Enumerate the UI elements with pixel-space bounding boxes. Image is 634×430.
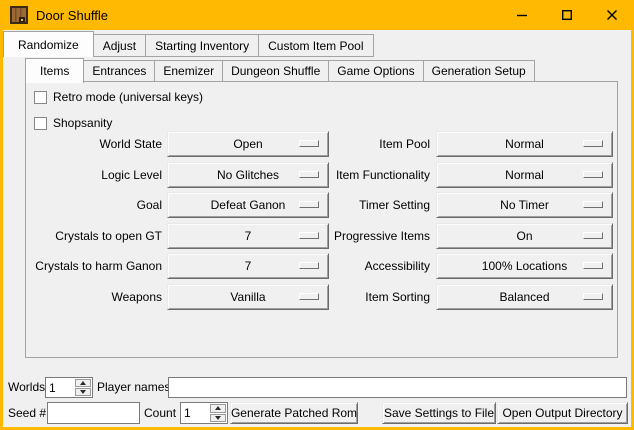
- shopsanity-label: Shopsanity: [53, 116, 112, 130]
- item-functionality-dropdown[interactable]: Normal: [436, 162, 613, 188]
- count-spin-up[interactable]: [210, 404, 226, 413]
- tab-game-options[interactable]: Game Options: [328, 60, 423, 82]
- retro-mode-checkbox[interactable]: [34, 91, 47, 104]
- minimize-icon: [516, 9, 528, 21]
- item-functionality-label: Item Functionality: [272, 168, 430, 182]
- shopsanity-row: Shopsanity: [34, 115, 112, 131]
- worlds-row: Worlds Player names: [3, 377, 631, 398]
- worlds-spin-up[interactable]: [75, 379, 91, 387]
- minimize-button[interactable]: [499, 0, 544, 30]
- worlds-spinbox[interactable]: [45, 377, 93, 398]
- logic-level-label: Logic Level: [27, 168, 162, 182]
- timer-setting-row: Timer Setting No Timer: [272, 192, 613, 218]
- worlds-spin-buttons: [74, 378, 92, 397]
- goal-label: Goal: [27, 198, 162, 212]
- item-functionality-row: Item Functionality Normal: [272, 162, 613, 188]
- up-arrow-icon: [80, 381, 86, 385]
- accessibility-row: Accessibility 100% Locations: [272, 253, 613, 279]
- primary-tab-bar: Randomize Adjust Starting Inventory Cust…: [3, 31, 373, 57]
- retro-mode-label: Retro mode (universal keys): [53, 90, 203, 104]
- tab-custom-item-pool[interactable]: Custom Item Pool: [258, 34, 373, 57]
- progressive-items-row: Progressive Items On: [272, 223, 613, 249]
- crystals-gt-value: 7: [245, 229, 252, 243]
- tab-dungeon-shuffle[interactable]: Dungeon Shuffle: [222, 60, 329, 82]
- down-arrow-icon: [80, 390, 86, 394]
- progressive-items-dropdown[interactable]: On: [436, 223, 613, 249]
- menu-indicator-icon: [583, 293, 603, 300]
- maximize-icon: [561, 9, 573, 21]
- tab-generation-setup[interactable]: Generation Setup: [423, 60, 535, 82]
- crystals-gt-label: Crystals to open GT: [27, 229, 162, 243]
- menu-indicator-icon: [583, 232, 603, 239]
- worlds-input[interactable]: [46, 378, 74, 397]
- logic-level-value: No Glitches: [217, 168, 279, 182]
- accessibility-value: 100% Locations: [482, 259, 567, 273]
- item-sorting-label: Item Sorting: [272, 290, 430, 304]
- player-names-input[interactable]: [168, 377, 627, 398]
- open-output-button[interactable]: Open Output Directory: [497, 402, 628, 424]
- world-state-value: Open: [233, 137, 262, 151]
- titlebar: Door Shuffle: [0, 0, 634, 30]
- menu-indicator-icon: [583, 262, 603, 269]
- timer-setting-value: No Timer: [500, 198, 549, 212]
- menu-indicator-icon: [583, 140, 603, 147]
- secondary-tab-bar: Items Entrances Enemizer Dungeon Shuffle…: [25, 57, 534, 82]
- item-pool-dropdown[interactable]: Normal: [436, 131, 613, 157]
- progressive-items-value: On: [516, 229, 532, 243]
- item-functionality-value: Normal: [505, 168, 544, 182]
- tab-randomize[interactable]: Randomize: [3, 31, 94, 57]
- crystals-ganon-label: Crystals to harm Ganon: [27, 259, 162, 273]
- count-spin-buttons: [209, 403, 227, 423]
- client-area: Randomize Adjust Starting Inventory Cust…: [3, 30, 631, 427]
- count-input[interactable]: [181, 403, 209, 423]
- count-spin-down[interactable]: [210, 414, 226, 423]
- tab-enemizer[interactable]: Enemizer: [154, 60, 223, 82]
- worlds-label: Worlds: [8, 377, 45, 398]
- seed-label: Seed #: [8, 402, 46, 424]
- save-settings-button[interactable]: Save Settings to File: [382, 402, 496, 424]
- seed-row: Seed # Count Generate Patched Rom Save S…: [3, 402, 631, 424]
- weapons-value: Vanilla: [230, 290, 265, 304]
- menu-indicator-icon: [583, 171, 603, 178]
- close-button[interactable]: [589, 0, 634, 30]
- down-arrow-icon: [215, 416, 221, 420]
- progressive-items-label: Progressive Items: [272, 229, 430, 243]
- worlds-spin-down[interactable]: [75, 388, 91, 396]
- item-pool-label: Item Pool: [272, 137, 430, 151]
- door-shuffle-window: Door Shuffle Randomize Adjust Starting I…: [0, 0, 634, 430]
- retro-mode-row: Retro mode (universal keys): [34, 89, 203, 105]
- weapons-label: Weapons: [27, 290, 162, 304]
- item-sorting-row: Item Sorting Balanced: [272, 284, 613, 310]
- crystals-ganon-value: 7: [245, 259, 252, 273]
- accessibility-label: Accessibility: [272, 259, 430, 273]
- menu-indicator-icon: [583, 201, 603, 208]
- timer-setting-dropdown[interactable]: No Timer: [436, 192, 613, 218]
- tab-items[interactable]: Items: [25, 58, 84, 83]
- item-pool-row: Item Pool Normal: [272, 131, 613, 157]
- maximize-button[interactable]: [544, 0, 589, 30]
- items-tab-panel: Retro mode (universal keys) Shopsanity W…: [25, 81, 618, 358]
- tab-entrances[interactable]: Entrances: [83, 60, 155, 82]
- tab-adjust[interactable]: Adjust: [93, 34, 146, 57]
- accessibility-dropdown[interactable]: 100% Locations: [436, 253, 613, 279]
- item-pool-value: Normal: [505, 137, 544, 151]
- window-controls: [499, 0, 634, 30]
- seed-input[interactable]: [47, 402, 140, 424]
- item-sorting-value: Balanced: [499, 290, 549, 304]
- tab-starting-inventory[interactable]: Starting Inventory: [145, 34, 259, 57]
- generate-rom-button[interactable]: Generate Patched Rom: [230, 402, 358, 424]
- player-names-label: Player names: [97, 377, 170, 398]
- timer-setting-label: Timer Setting: [272, 198, 430, 212]
- count-spinbox[interactable]: [180, 402, 228, 424]
- item-sorting-dropdown[interactable]: Balanced: [436, 284, 613, 310]
- up-arrow-icon: [215, 406, 221, 410]
- count-label: Count: [144, 402, 176, 424]
- door-icon: [9, 5, 29, 25]
- close-icon: [606, 9, 618, 21]
- window-title: Door Shuffle: [36, 8, 108, 23]
- world-state-label: World State: [27, 137, 162, 151]
- shopsanity-checkbox[interactable]: [34, 117, 47, 130]
